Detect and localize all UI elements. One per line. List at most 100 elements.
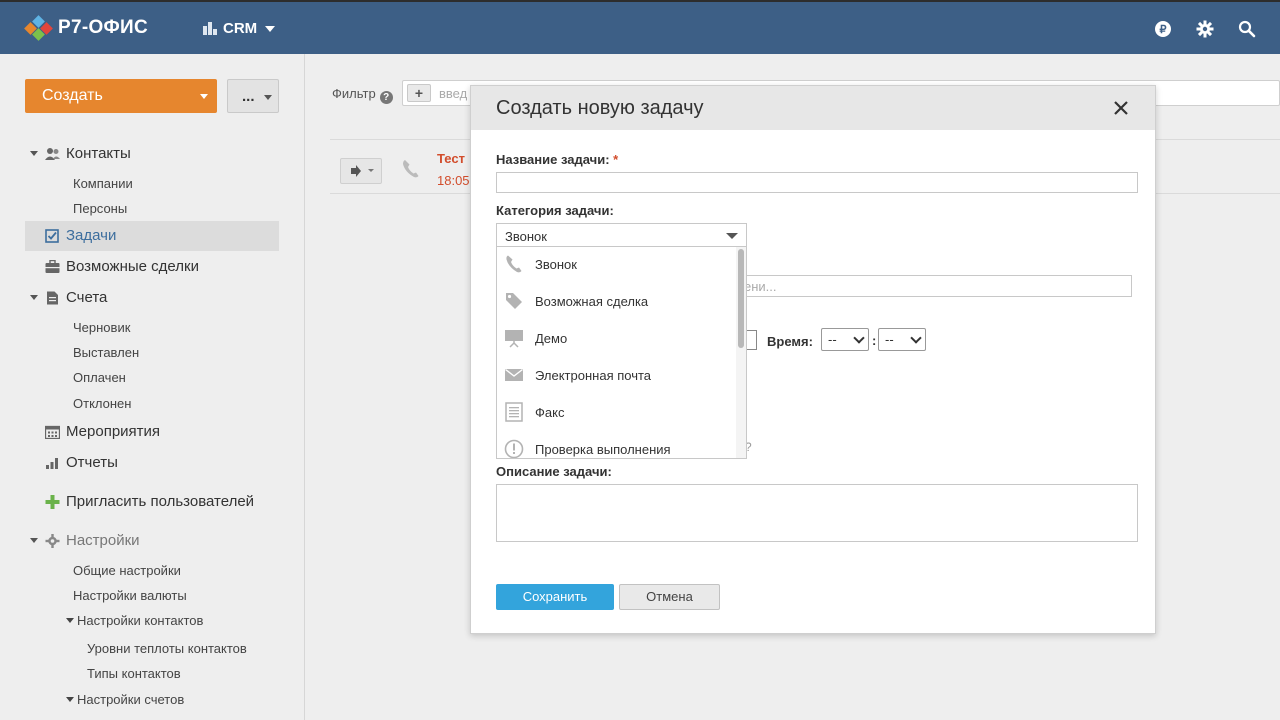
category-option-deal[interactable]: Возможная сделка <box>497 284 733 321</box>
expand-arrow-icon[interactable] <box>30 538 38 543</box>
hour-value: -- <box>828 332 837 347</box>
close-icon[interactable] <box>1112 99 1130 117</box>
exclamation-icon <box>504 439 524 458</box>
option-label: Факс <box>535 405 565 420</box>
category-option-fax[interactable]: Факс <box>497 395 733 432</box>
sidebar-subitem-issued[interactable]: Выставлен <box>73 345 139 360</box>
option-label: Проверка выполнения <box>535 442 671 457</box>
module-switcher[interactable]: CRM <box>203 20 276 37</box>
time-label: Время: <box>767 334 813 349</box>
search-icon[interactable] <box>1237 19 1257 39</box>
task-time: 18:05 <box>437 173 470 188</box>
sidebar-item-settings[interactable]: Настройки <box>25 526 279 556</box>
tag-icon <box>506 293 522 309</box>
minute-value: -- <box>885 332 894 347</box>
chevron-down-icon <box>910 332 922 344</box>
contacts-icon <box>45 148 60 160</box>
dropdown-scrollbar-thumb[interactable] <box>738 249 744 348</box>
task-name-label: Название задачи: * <box>496 152 618 167</box>
logo[interactable]: Р7-ОФИС <box>24 15 148 41</box>
sidebar: Создать ... Контакты Компании Персоны За… <box>0 54 305 720</box>
sidebar-item-label: Счета <box>66 289 108 306</box>
required-mark: * <box>613 152 619 167</box>
gear-icon <box>45 534 60 548</box>
sidebar-item-deals[interactable]: Возможные сделки <box>25 252 279 282</box>
expand-arrow-icon[interactable] <box>30 295 38 300</box>
responsible-input-placeholder: ени... <box>744 279 777 294</box>
option-label: Демо <box>535 331 568 346</box>
create-button[interactable]: Создать <box>25 79 217 113</box>
sidebar-item-invite-users[interactable]: Пригласить пользователей <box>25 487 279 517</box>
sidebar-subitem-label: Настройки контактов <box>77 613 204 628</box>
dialog-header: Создать новую задачу <box>471 86 1155 130</box>
presentation-icon <box>505 330 523 348</box>
sidebar-subitem-contact-temperature[interactable]: Уровни теплоты контактов <box>87 641 247 656</box>
sidebar-item-invoices[interactable]: Счета <box>25 283 279 313</box>
sidebar-item-contacts[interactable]: Контакты <box>25 139 279 169</box>
sidebar-item-label: Задачи <box>66 227 117 244</box>
sidebar-item-label: Контакты <box>66 145 131 162</box>
category-option-call[interactable]: Звонок <box>497 247 733 284</box>
sidebar-item-label: Мероприятия <box>66 423 161 440</box>
category-option-followup[interactable]: Проверка выполнения <box>497 432 733 458</box>
plus-icon <box>45 495 60 509</box>
task-category-value: Звонок <box>505 229 547 244</box>
category-option-demo[interactable]: Демо <box>497 321 733 358</box>
cancel-button[interactable]: Отмена <box>619 584 720 610</box>
chevron-down-icon <box>265 25 276 32</box>
ruble-icon[interactable]: ₽ <box>1153 19 1173 39</box>
deals-icon <box>45 260 60 273</box>
sidebar-subitem-currency-settings[interactable]: Настройки валюты <box>73 588 187 603</box>
sidebar-item-label: Отчеты <box>66 454 118 471</box>
tasks-icon <box>45 229 59 243</box>
sidebar-item-events[interactable]: Мероприятия <box>25 417 279 447</box>
module-label: CRM <box>223 20 258 37</box>
hour-select[interactable]: -- <box>821 328 869 351</box>
invoices-icon <box>47 291 58 305</box>
expand-arrow-icon <box>66 618 74 623</box>
sidebar-subitem-draft[interactable]: Черновик <box>73 320 130 335</box>
responsible-input[interactable]: ени... <box>723 275 1132 297</box>
sidebar-item-reports[interactable]: Отчеты <box>25 448 279 478</box>
crm-module-icon <box>203 22 217 35</box>
sidebar-subitem-invoice-settings[interactable]: Настройки счетов <box>66 692 184 707</box>
more-actions-button[interactable]: ... <box>227 79 279 113</box>
minute-select[interactable]: -- <box>878 328 926 351</box>
add-filter-button[interactable]: + <box>407 84 431 102</box>
task-category-label: Категория задачи: <box>496 203 614 218</box>
task-description-input[interactable] <box>496 484 1138 542</box>
sidebar-item-tasks[interactable]: Задачи <box>25 221 279 251</box>
sidebar-subitem-companies[interactable]: Компании <box>73 176 133 191</box>
phone-icon <box>506 255 522 273</box>
svg-text:₽: ₽ <box>1160 24 1167 36</box>
sidebar-subitem-paid[interactable]: Оплачен <box>73 370 126 385</box>
task-category-select[interactable]: Звонок <box>496 223 747 247</box>
top-header: Р7-ОФИС CRM ₽ <box>0 0 1280 54</box>
time-separator: : <box>872 333 877 348</box>
more-actions-label: ... <box>242 87 255 105</box>
help-icon[interactable]: ? <box>379 91 393 104</box>
filter-placeholder: введ <box>439 86 468 101</box>
sidebar-item-label: Настройки <box>66 532 140 549</box>
save-button[interactable]: Сохранить <box>496 584 614 610</box>
sidebar-item-label: Пригласить пользователей <box>66 493 255 510</box>
create-button-label: Создать <box>42 87 103 104</box>
option-label: Электронная почта <box>535 368 652 383</box>
task-action-button[interactable] <box>340 158 382 184</box>
sidebar-subitem-rejected[interactable]: Отклонен <box>73 396 131 411</box>
filter-label: Фильтр? <box>332 86 393 104</box>
task-name-label-text: Название задачи: <box>496 152 610 167</box>
sidebar-subitem-persons[interactable]: Персоны <box>73 201 127 216</box>
dialog-title: Создать новую задачу <box>496 97 704 119</box>
expand-arrow-icon[interactable] <box>30 151 38 156</box>
sidebar-subitem-general-settings[interactable]: Общие настройки <box>73 563 181 578</box>
sidebar-subitem-contact-settings[interactable]: Настройки контактов <box>66 613 203 628</box>
chevron-down-icon <box>853 332 865 344</box>
calendar-icon <box>45 425 60 439</box>
category-option-email[interactable]: Электронная почта <box>497 358 733 395</box>
gear-icon[interactable] <box>1195 19 1215 39</box>
task-title[interactable]: Тест <box>437 151 465 166</box>
sidebar-subitem-contact-types[interactable]: Типы контактов <box>87 666 181 681</box>
mail-icon <box>505 368 523 381</box>
task-name-input[interactable] <box>496 172 1138 193</box>
